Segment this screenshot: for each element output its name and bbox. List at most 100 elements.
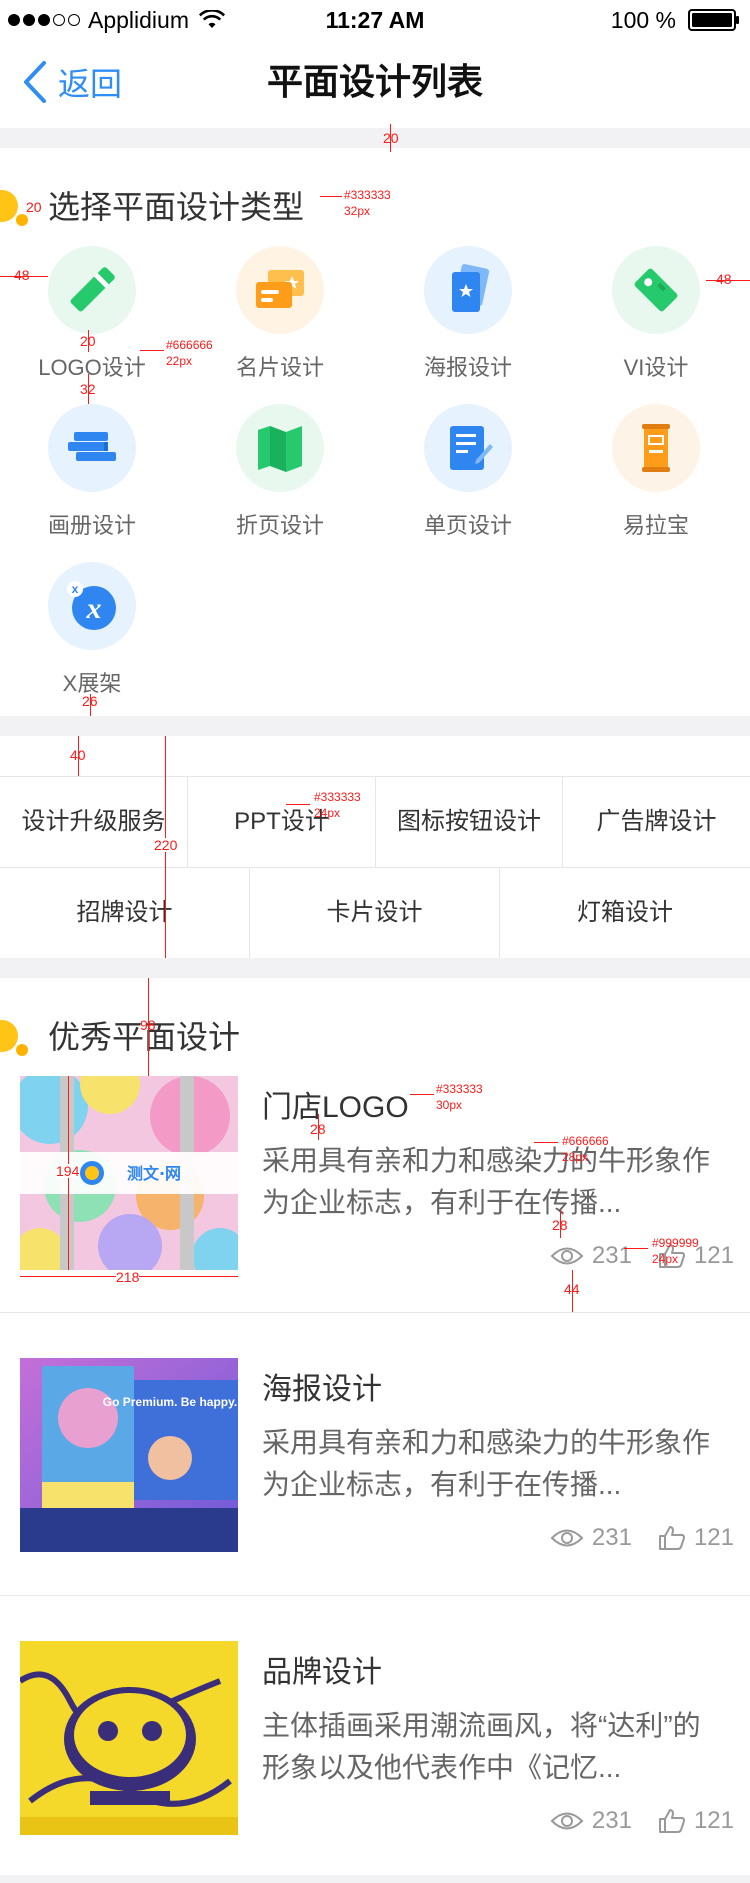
- article-title: 海报设计: [262, 1373, 382, 1406]
- article-meta: 231 121: [550, 1242, 734, 1270]
- like-count-value: 121: [693, 1242, 734, 1269]
- x-stand-icon: x x: [67, 581, 116, 630]
- like-count-value: 121: [693, 1807, 734, 1834]
- article-description: 主体插画采用潮流画风，将“达利”的形象以及他代表作中《记忆...: [262, 1710, 701, 1783]
- spacing-annotation: 48: [14, 267, 30, 283]
- spacing-annotation: 218: [116, 1269, 140, 1285]
- category-label: LOGO设计: [38, 355, 146, 380]
- article-thumbnail: 测文·网: [20, 1076, 238, 1270]
- spacing-marker: [320, 196, 342, 197]
- size-annotation: 24px: [314, 806, 341, 820]
- spacing-annotation: 20: [80, 333, 96, 349]
- service-lightbox[interactable]: 灯箱设计: [500, 868, 750, 958]
- article-meta: 231 121: [550, 1807, 734, 1835]
- spacing-annotation: 20: [26, 199, 42, 215]
- spacing-annotation: 220: [154, 837, 178, 853]
- color-annotation: #333333: [344, 188, 391, 202]
- section-header-types: 选择平面设计类型: [0, 172, 750, 232]
- thumbs-up-icon: [658, 1526, 685, 1550]
- category-icon-bg: [424, 404, 512, 492]
- category-label: 海报设计: [423, 355, 512, 380]
- service-card[interactable]: 卡片设计: [250, 868, 500, 958]
- eye-icon: [550, 1247, 584, 1265]
- article-thumbnail: [20, 1641, 238, 1835]
- color-annotation: #333333: [436, 1082, 483, 1096]
- logo-artwork-image: 测文·网: [20, 1076, 238, 1270]
- marker-icon: [70, 267, 115, 312]
- view-count-value: 231: [591, 1242, 632, 1269]
- category-icon-bg: [236, 404, 324, 492]
- spacing-annotation: 20: [383, 130, 399, 146]
- status-bar: Applidium 11:27 AM 100 %: [0, 0, 750, 40]
- category-business-card[interactable]: 名片设计: [188, 246, 376, 396]
- battery-icon: [688, 9, 739, 31]
- category-vi[interactable]: VI设计: [564, 246, 750, 396]
- poster-icon: [452, 264, 490, 312]
- category-label: 易拉宝: [622, 513, 689, 538]
- category-icon-bg: [612, 404, 700, 492]
- article-description: 采用具有亲和力和感染力的牛形象作为企业标志，有利于在传播...: [262, 1145, 711, 1218]
- battery-percent: 100 %: [610, 6, 676, 33]
- spacing-annotation: 98: [140, 1017, 156, 1033]
- services-row-2: 招牌设计 卡片设计 灯箱设计: [0, 868, 750, 958]
- single-page-icon: [450, 426, 493, 470]
- service-icon-button[interactable]: 图标按钮设计: [376, 777, 563, 867]
- size-annotation: 32px: [344, 204, 371, 218]
- thumb-caption: Go Premium. Be happy.: [103, 1395, 237, 1409]
- spacing-annotation: 48: [716, 271, 732, 287]
- size-annotation: 22px: [166, 354, 193, 368]
- service-billboard[interactable]: 广告牌设计: [563, 777, 750, 867]
- service-signboard[interactable]: 招牌设计: [0, 868, 250, 958]
- poster-artwork-image: Go Premium. Be happy.: [20, 1358, 238, 1552]
- album-books-icon: [68, 432, 116, 461]
- vi-tag-icon: [634, 268, 678, 312]
- spacing-annotation: 32: [80, 381, 96, 397]
- section-dot-small-icon: [16, 214, 28, 226]
- size-annotation: 30px: [436, 1098, 463, 1112]
- category-icon-bg: [424, 246, 512, 334]
- category-icon-bg: [236, 246, 324, 334]
- battery-group: 100 %: [611, 4, 740, 36]
- section-title: 选择平面设计类型: [48, 189, 305, 225]
- spacing-marker: [286, 804, 310, 805]
- services-row-1: 设计升级服务 PPT设计 图标按钮设计 广告牌设计: [0, 777, 750, 867]
- spacing-marker: [140, 350, 164, 351]
- eye-icon: [550, 1812, 584, 1830]
- spacing-marker: [624, 1248, 648, 1249]
- like-count[interactable]: 121: [658, 1524, 734, 1552]
- section-gap: [0, 128, 750, 148]
- size-annotation: 24px: [652, 1252, 679, 1266]
- spacing-annotation: 194: [56, 1163, 80, 1179]
- view-count: 231: [550, 1242, 632, 1270]
- category-icon-bg: [48, 404, 136, 492]
- business-card-icon: [256, 270, 304, 308]
- svg-text:x: x: [86, 592, 102, 625]
- thumb-caption: 测文·网: [127, 1164, 181, 1183]
- category-single-page[interactable]: 单页设计: [376, 404, 564, 554]
- service-upgrade[interactable]: 设计升级服务: [0, 777, 188, 867]
- category-x-stand[interactable]: x x X展架: [0, 562, 188, 712]
- category-fold[interactable]: 折页设计: [188, 404, 376, 554]
- spacing-annotation: 28: [310, 1121, 326, 1137]
- like-count-value: 121: [693, 1524, 734, 1551]
- section-gap: [0, 958, 750, 978]
- category-poster[interactable]: 海报设计: [376, 246, 564, 396]
- spacing-marker: [410, 1094, 434, 1095]
- article-card[interactable]: 测文·网 门店LOGO 采用具有亲和力和感染力的牛形象作为企业标志，有利于在传播…: [0, 1076, 750, 1358]
- category-icon-bg: [48, 246, 136, 334]
- page-title: 平面设计列表: [266, 61, 483, 102]
- section-header-featured: 优秀平面设计: [0, 1002, 750, 1062]
- category-album[interactable]: 画册设计: [0, 404, 188, 554]
- view-count-value: 231: [591, 1524, 632, 1551]
- category-label: VI设计: [623, 355, 689, 380]
- spacing-annotation: 28: [552, 1217, 568, 1233]
- category-rollup[interactable]: 易拉宝: [564, 404, 750, 554]
- category-label: 单页设计: [423, 513, 512, 538]
- size-annotation: 28px: [562, 1150, 589, 1164]
- like-count[interactable]: 121: [658, 1807, 734, 1835]
- article-card[interactable]: Go Premium. Be happy. 海报设计 采用具有亲和力和感染力的牛…: [0, 1358, 750, 1640]
- divider: [0, 1595, 750, 1596]
- article-card[interactable]: 品牌设计 主体插画采用潮流画风，将“达利”的形象以及他代表作中《记忆... 23…: [0, 1641, 750, 1883]
- color-annotation: #666666: [562, 1134, 609, 1148]
- spacing-marker: [534, 1142, 558, 1143]
